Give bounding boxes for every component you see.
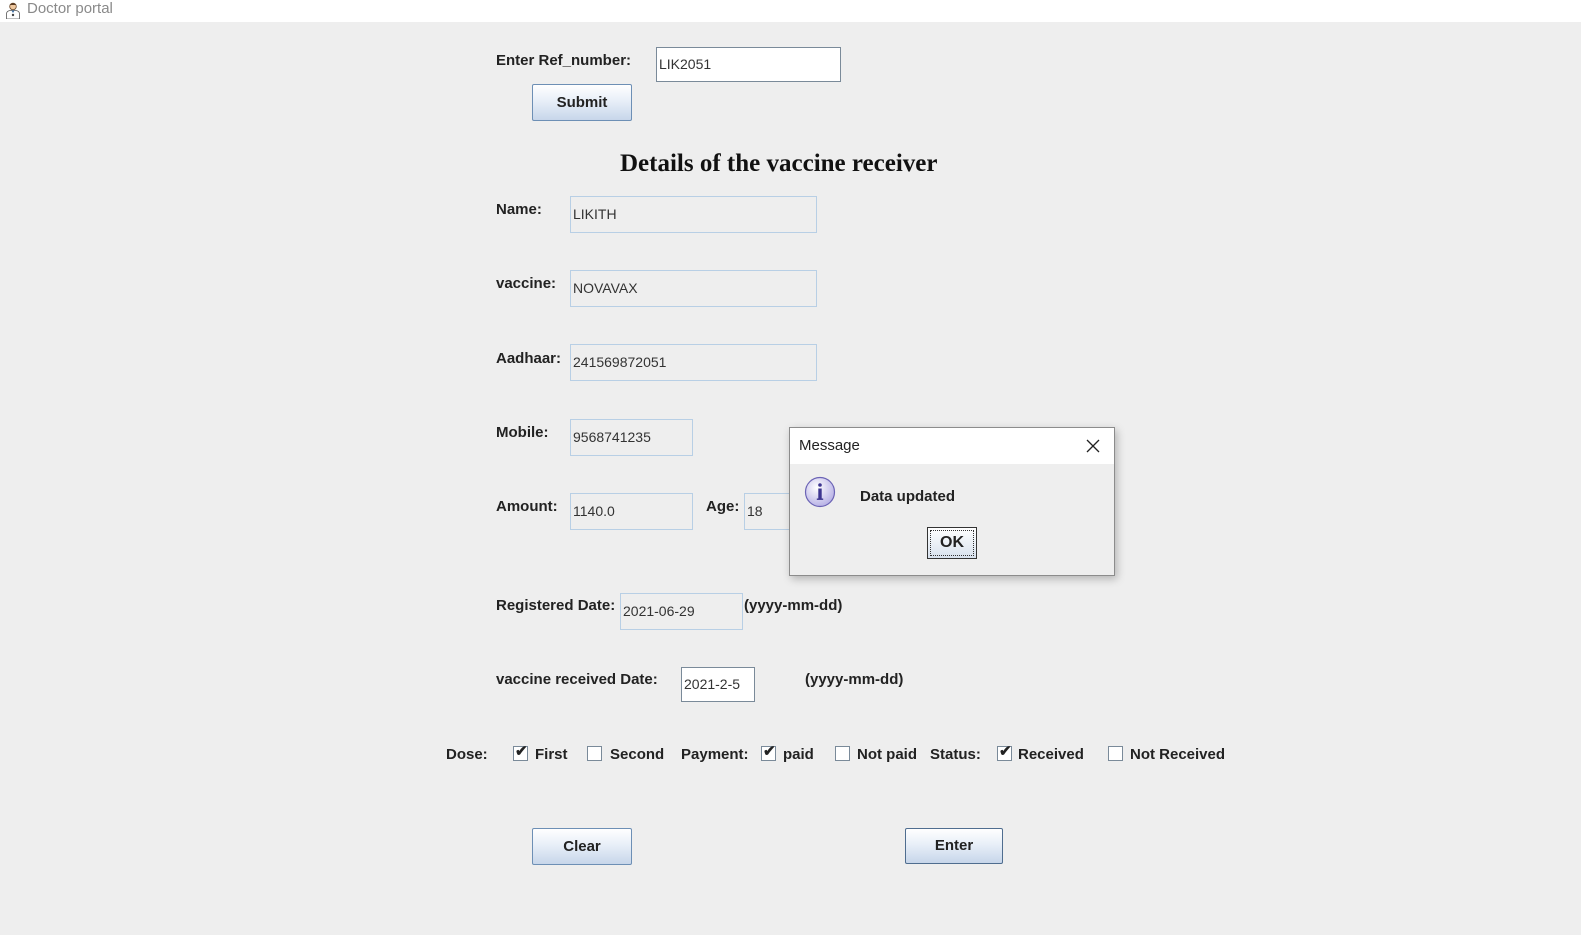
vaccine-label: vaccine:	[496, 275, 557, 292]
checkmark-icon: ✔	[763, 743, 776, 760]
aadhaar-label: Aadhaar:	[496, 350, 562, 367]
dose-label: Dose:	[446, 746, 488, 763]
payment-not-paid-label[interactable]: Not paid	[857, 746, 917, 764]
submit-button[interactable]: Submit	[532, 84, 632, 121]
dose-first-checkbox[interactable]: ✔	[513, 743, 528, 761]
doctor-icon	[6, 2, 20, 19]
ref-number-input[interactable]: LIK2051	[656, 47, 841, 82]
info-icon	[804, 476, 836, 508]
dialog-titlebar: Message	[790, 428, 1114, 464]
status-received-label[interactable]: Received	[1018, 746, 1084, 764]
ref-number-label: Enter Ref_number:	[496, 52, 632, 69]
ok-button[interactable]: OK	[927, 527, 977, 559]
status-not-received-label[interactable]: Not Received	[1130, 746, 1225, 764]
window-title: Doctor portal	[27, 0, 113, 17]
checkmark-icon: ✔	[999, 743, 1012, 760]
received-date-hint: (yyyy-mm-dd)	[805, 671, 904, 688]
mobile-field[interactable]: 9568741235	[570, 419, 693, 456]
payment-paid-checkbox[interactable]: ✔	[761, 743, 776, 761]
dialog-message: Data updated	[860, 488, 956, 505]
name-label: Name:	[496, 201, 542, 218]
page-title: Details of the vaccine receiver	[620, 150, 938, 177]
status-received-checkbox[interactable]: ✔	[997, 743, 1012, 761]
clear-button[interactable]: Clear	[532, 828, 632, 865]
dose-second-label[interactable]: Second	[610, 746, 664, 764]
enter-button[interactable]: Enter	[905, 828, 1003, 864]
received-date-label: vaccine received Date:	[496, 671, 658, 688]
payment-not-paid-checkbox[interactable]	[835, 746, 850, 761]
payment-label: Payment:	[681, 746, 749, 763]
registered-date-hint: (yyyy-mm-dd)	[744, 597, 843, 614]
window-titlebar: Doctor portal	[0, 0, 1581, 22]
mobile-label: Mobile:	[496, 424, 549, 441]
close-icon[interactable]	[1083, 436, 1103, 456]
amount-field[interactable]: 1140.0	[570, 493, 693, 530]
status-not-received-checkbox[interactable]	[1108, 746, 1123, 761]
amount-label: Amount:	[496, 498, 558, 515]
payment-paid-label[interactable]: paid	[783, 746, 814, 764]
age-label: Age:	[706, 498, 740, 515]
ok-button-label: OK	[930, 530, 974, 556]
dose-first-label[interactable]: First	[535, 746, 568, 764]
vaccine-field[interactable]: NOVAVAX	[570, 270, 817, 307]
dialog-title: Message	[799, 437, 860, 454]
registered-date-field[interactable]: 2021-06-29	[620, 593, 743, 630]
registered-date-label: Registered Date:	[496, 597, 616, 614]
status-label: Status:	[930, 746, 981, 763]
aadhaar-field[interactable]: 241569872051	[570, 344, 817, 381]
dose-second-checkbox[interactable]	[587, 746, 602, 761]
checkmark-icon: ✔	[515, 743, 528, 760]
received-date-input[interactable]: 2021-2-5	[681, 667, 755, 702]
message-dialog: Message Data updated OK	[789, 427, 1115, 576]
name-field[interactable]: LIKITH	[570, 196, 817, 233]
